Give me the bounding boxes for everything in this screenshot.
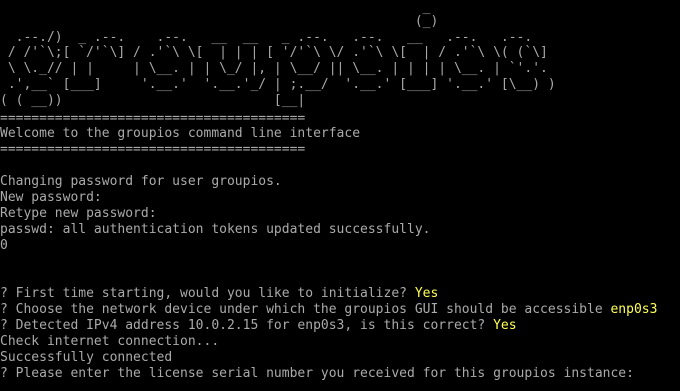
- banner-line: / /'`\;[ `/'`\] / .'`\ \[ | | | [ '/'`\ …: [0, 45, 548, 60]
- prompt-answer: Yes: [414, 286, 439, 301]
- prompt-ip-confirm: ? Detected IPv4 address 10.0.2.15 for en…: [0, 318, 517, 334]
- banner-line: \ \._// | | | \__. | | \_/ |, | \__/ || …: [0, 61, 548, 76]
- output-line: Retype new password:: [0, 206, 157, 221]
- separator-rule: =======================================: [0, 142, 306, 157]
- prompt-question: ? Choose the network device under which …: [0, 302, 611, 317]
- status-line: Successfully connected: [0, 350, 173, 365]
- welcome-message: Welcome to the groupios command line int…: [0, 126, 361, 141]
- prompt-answer: Yes: [493, 318, 517, 333]
- banner-line: .',__` [___] '.__.' '.__.'_/ | ;.__/ '._…: [0, 77, 556, 92]
- output-line: 0: [0, 238, 8, 253]
- output-line: passwd: all authentication tokens update…: [0, 222, 431, 237]
- status-line: Check internet connection...: [0, 334, 220, 349]
- prompt-question: ? Detected IPv4 address 10.0.2.15 for en…: [0, 318, 494, 333]
- banner-line: .--./) _ .--. .--. __ __ _ .--. .--. __ …: [0, 30, 533, 45]
- separator-rule: =======================================: [0, 111, 306, 126]
- prompt-answer: enp0s3: [610, 302, 658, 317]
- banner-line: ( ( __)) [__|: [0, 93, 306, 108]
- terminal-screen[interactable]: _ (_) .--./) _ .--. .--. __ __ _ .--. .-…: [0, 0, 680, 391]
- license-serial-prompt[interactable]: ? Please enter the license serial number…: [0, 366, 634, 382]
- prompt-initialize: ? First time starting, would you like to…: [0, 286, 438, 302]
- output-line: New password:: [0, 190, 102, 205]
- banner-line: (_): [0, 14, 439, 29]
- output-line: Changing password for user groupios.: [0, 174, 282, 189]
- prompt-network-device: ? Choose the network device under which …: [0, 302, 657, 318]
- prompt-question: ? First time starting, would you like to…: [0, 286, 415, 301]
